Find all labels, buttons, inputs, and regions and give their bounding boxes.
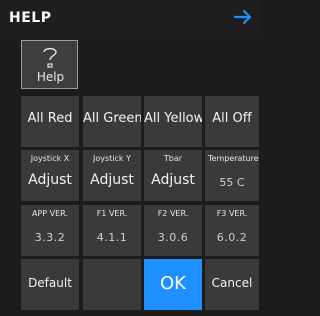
joystick-x-value: Adjust: [28, 172, 72, 188]
tbar-adjust-button[interactable]: Tbar Adjust: [144, 150, 202, 201]
all-yellow-label: All Yellow: [144, 111, 202, 126]
joystick-y-value: Adjust: [90, 172, 134, 188]
all-off-label: All Off: [212, 111, 252, 126]
question-mark-icon: [43, 47, 57, 68]
all-yellow-button[interactable]: All Yellow: [144, 96, 202, 147]
app-version-label: APP VER.: [31, 209, 68, 218]
joystick-x-adjust-button[interactable]: Joystick X Adjust: [21, 150, 79, 201]
joystick-y-adjust-button[interactable]: Joystick Y Adjust: [83, 150, 141, 201]
ok-label: OK: [160, 273, 186, 294]
f1-version-label: F1 VER.: [96, 209, 128, 218]
app-version-tile: APP VER. 3.3.2: [21, 205, 79, 256]
app-version-value: 3.3.2: [34, 231, 66, 244]
f3-version-value: 6.0.2: [216, 231, 248, 244]
header-bar: HELP: [0, 0, 259, 37]
help-button[interactable]: Help: [21, 40, 78, 89]
page-title: HELP: [9, 10, 52, 26]
temperature-label: Temperature: [208, 154, 259, 163]
f2-version-label: F2 VER.: [157, 209, 189, 218]
ok-button[interactable]: OK: [144, 259, 202, 310]
f2-version-value: 3.0.6: [157, 231, 189, 244]
f3-version-tile: F3 VER. 6.0.2: [205, 205, 259, 256]
tbar-value: Adjust: [151, 172, 195, 188]
all-green-button[interactable]: All Green: [83, 96, 141, 147]
all-red-label: All Red: [27, 111, 73, 126]
all-green-label: All Green: [83, 111, 141, 126]
all-off-button[interactable]: All Off: [205, 96, 259, 147]
f3-version-label: F3 VER.: [216, 209, 248, 218]
f1-version-value: 4.1.1: [96, 231, 128, 244]
empty-tile: [83, 259, 141, 310]
cancel-label: Cancel: [211, 276, 253, 290]
all-red-button[interactable]: All Red: [21, 96, 79, 147]
f2-version-tile: F2 VER. 3.0.6: [144, 205, 202, 256]
temperature-tile: Temperature 55 C: [205, 150, 259, 201]
default-label: Default: [28, 276, 72, 290]
tbar-label: Tbar: [163, 154, 183, 163]
f1-version-tile: F1 VER. 4.1.1: [83, 205, 141, 256]
joystick-x-label: Joystick X: [30, 154, 70, 163]
joystick-y-label: Joystick Y: [93, 154, 131, 163]
cancel-button[interactable]: Cancel: [205, 259, 259, 310]
default-button[interactable]: Default: [21, 259, 79, 310]
help-label: Help: [36, 70, 65, 84]
temperature-value: 55 C: [219, 176, 245, 189]
arrow-right-icon[interactable]: [233, 8, 253, 26]
